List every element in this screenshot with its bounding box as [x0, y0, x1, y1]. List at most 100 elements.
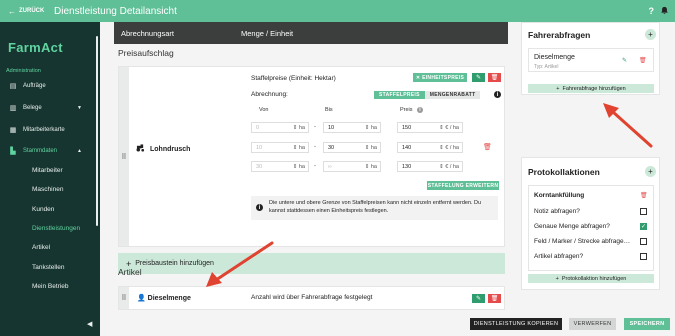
drag-handle-icon[interactable]: ⠿	[119, 67, 129, 246]
sidebar-item-label: Belege	[23, 105, 42, 111]
sidebar-item-mitarbeiterkarte[interactable]: ▦ Mitarbeiterkarte	[0, 126, 96, 134]
trash-icon[interactable]: 🗑	[640, 192, 648, 199]
sidebar-sub-artikel[interactable]: Artikel	[32, 244, 50, 251]
trash-icon[interactable]: 🗑	[639, 57, 647, 64]
staffel-row: 10 ⇕ ha - 30 ⇕ ha 140 ⇕ € / ha 🗑	[251, 142, 492, 154]
sidebar-item-label: Stammdaten	[23, 148, 58, 154]
plus-icon: +	[556, 85, 560, 92]
service-name: Lohndrusch	[136, 144, 190, 154]
preis-input[interactable]: 130 ⇕ € / ha	[397, 161, 463, 172]
add-preisbaustein-button[interactable]: + Preisbaustein hinzufügen	[118, 253, 505, 274]
sidebar-sub-maschinen[interactable]: Maschinen	[32, 186, 63, 193]
feld-checkbox[interactable]	[640, 238, 647, 245]
sidebar-sub-mein-betrieb[interactable]: Mein Betrieb	[32, 283, 69, 290]
delete-button[interactable]: 🗑	[488, 73, 501, 82]
clipboard-icon: ▤	[9, 83, 17, 90]
protokollaktionen-title: Protokollaktionen	[528, 167, 600, 177]
preisaufschlag-heading: Preisaufschlag	[118, 48, 174, 58]
preis-input[interactable]: 150 ⇕ € / ha	[397, 122, 463, 133]
toggle-mengenrabatt[interactable]: MENGENRABATT	[424, 91, 481, 99]
collapse-sidebar-icon[interactable]: ◀	[87, 320, 92, 328]
abrechnung-label: Abrechnung:	[251, 91, 288, 98]
staffel-note: i Die untere und obere Grenze von Staffe…	[251, 196, 498, 220]
sidebar-sub-kunden[interactable]: Kunden	[32, 206, 54, 213]
pencil-icon[interactable]: ✎	[622, 57, 627, 64]
edit-button[interactable]: ✎	[472, 294, 485, 303]
von-input[interactable]: 0 ⇕ ha	[251, 122, 309, 133]
document-icon: ▥	[9, 105, 17, 112]
page-title: Dienstleistung Detailansicht	[54, 5, 177, 17]
von-input[interactable]: 30 ⇕ ha	[251, 161, 309, 172]
column-menge-einheit: Menge / Einheit	[241, 28, 294, 38]
preis-input[interactable]: 140 ⇕ € / ha	[397, 142, 463, 153]
sidebar-sub-tankstellen[interactable]: Tankstellen	[32, 264, 65, 271]
delete-button[interactable]: 🗑	[488, 294, 501, 303]
top-bar: ← ZURÜCK Dienstleistung Detailansicht ?	[0, 0, 675, 22]
edit-button[interactable]: ✎	[472, 73, 485, 82]
bis-input[interactable]: ∞ ⇕ ha	[323, 161, 381, 172]
discard-button[interactable]: VERWERFEN	[569, 318, 616, 330]
fahrerabfrage-type: Typ: Artikel	[534, 64, 559, 70]
add-fahrerabfrage-icon[interactable]: +	[645, 29, 656, 40]
delete-row-icon[interactable]: 🗑	[483, 143, 492, 151]
check-label-artikel: Artikel abfragen?	[534, 253, 584, 260]
help-icon[interactable]: ?	[649, 6, 655, 17]
pencil-icon: ✎	[475, 75, 482, 81]
abrechnung-toggle[interactable]: STAFFELPREIS MENGENRABATT	[374, 91, 481, 99]
add-protokollaktion-icon[interactable]: +	[645, 166, 656, 177]
artikel-name-label: Dieselmenge	[147, 295, 191, 302]
check-label-menge: Genaue Menge abfragen?	[534, 223, 610, 230]
drag-handle-icon[interactable]: ⠿	[119, 287, 129, 309]
sidebar-item-belege[interactable]: ▥ Belege ▼	[0, 104, 96, 112]
price-block-card: ⠿ Lohndrusch Staffelpreise (Einheit: Hek…	[118, 66, 505, 247]
add-fahrerabfrage-label: Fahrerabfrage hinzufügen	[562, 85, 626, 92]
range-dash: -	[314, 144, 316, 150]
einheitspreis-button[interactable]: ✕ EINHEITSPREIS	[413, 73, 467, 82]
sidebar-item-label: Aufträge	[23, 83, 46, 89]
bell-icon[interactable]	[660, 6, 669, 17]
artikel-name: 👤 Dieselmenge	[137, 294, 191, 302]
arrow-left-icon: ←	[8, 6, 16, 16]
add-protokollaktion-label: Protokollaktion hinzufügen	[561, 275, 627, 282]
artikel-heading: Artikel	[118, 267, 142, 277]
plus-icon: +	[555, 275, 559, 282]
notiz-checkbox[interactable]	[640, 208, 647, 215]
pencil-icon: ✎	[475, 296, 482, 302]
map-icon: ▦	[9, 127, 17, 134]
sidebar-item-stammdaten[interactable]: ▙ Stammdaten ▲	[0, 147, 96, 155]
column-abrechnungsart: Abrechnungsart	[121, 28, 174, 38]
add-preisbaustein-label: Preisbaustein hinzufügen	[135, 260, 214, 267]
back-button[interactable]: ← ZURÜCK	[8, 7, 44, 16]
sidebar-sub-dienstleistungen[interactable]: Dienstleistungen	[32, 225, 80, 232]
bis-input[interactable]: 10 ⇕ ha	[323, 122, 381, 133]
von-input[interactable]: 10 ⇕ ha	[251, 142, 309, 153]
copy-service-button[interactable]: DIENSTLEISTUNG KOPIEREN	[470, 318, 562, 330]
artikel-description: Anzahl wird über Fahrerabfrage festgeleg…	[251, 294, 373, 301]
column-von: Von	[259, 107, 269, 113]
add-protokollaktion-button[interactable]: + Protokollaktion hinzufügen	[528, 274, 654, 283]
range-dash: -	[314, 124, 316, 130]
trash-icon: 🗑	[490, 75, 499, 81]
toggle-staffelpreis[interactable]: STAFFELPREIS	[374, 91, 425, 99]
preis-info-icon[interactable]: i	[417, 107, 423, 113]
info-icon[interactable]: i	[494, 91, 501, 98]
protokollaktion-name: Korntankfüllung	[534, 192, 585, 199]
service-name-label: Lohndrusch	[150, 145, 191, 153]
save-button[interactable]: SPEICHERN	[624, 318, 670, 330]
einheitspreis-label: EINHEITSPREIS	[422, 74, 465, 81]
bis-input[interactable]: 30 ⇕ ha	[323, 142, 381, 153]
info-icon: i	[256, 204, 263, 211]
menge-checkbox[interactable]: ✓	[640, 223, 647, 230]
column-preis: Preis	[400, 107, 413, 113]
sidebar-item-auftraege[interactable]: ▤ Aufträge	[0, 82, 96, 90]
artikel-row: ⠿ 👤 Dieselmenge Anzahl wird über Fahrera…	[118, 286, 505, 310]
staffelung-erweitern-button[interactable]: STAFFELUNG ERWEITERN	[427, 181, 499, 190]
staffel-row: 0 ⇕ ha - 10 ⇕ ha 150 ⇕ € / ha	[251, 122, 491, 134]
artikel-checkbox[interactable]	[640, 253, 647, 260]
add-fahrerabfrage-button[interactable]: + Fahrerabfrage hinzufügen	[528, 84, 654, 93]
sidebar-scrollbar[interactable]	[96, 36, 98, 226]
sidebar-item-label: Mitarbeiterkarte	[23, 127, 65, 133]
sidebar-sub-mitarbeiter[interactable]: Mitarbeiter	[32, 167, 63, 174]
sidebar: FarmAct Administration ▤ Aufträge ▥ Bele…	[0, 22, 100, 336]
tractor-icon	[136, 144, 145, 154]
